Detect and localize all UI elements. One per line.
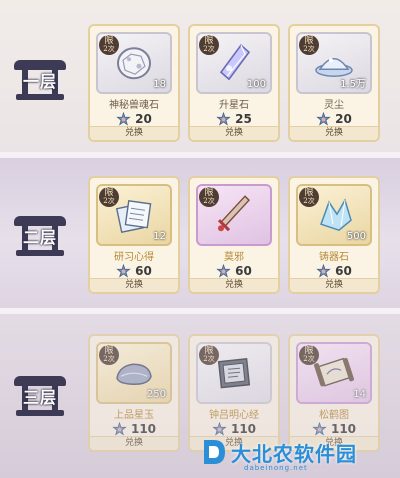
exchange-button[interactable]: 兑换 (90, 278, 178, 292)
item-frame: 限 2次 1.5万 (296, 32, 372, 94)
star-flower-token-icon (216, 263, 231, 278)
cost-value: 60 (135, 264, 152, 278)
cost-row: 60 (190, 263, 278, 279)
star-flower-token-icon (116, 111, 131, 126)
shop-item-card[interactable]: 限 2次 1.5万 灵尘 20 兑换 (288, 24, 380, 142)
limit-badge: 限 2次 (199, 345, 219, 365)
exchange-button[interactable]: 兑换 (190, 126, 278, 140)
star-flower-token-icon (316, 263, 331, 278)
limit-badge: 限 2次 (299, 345, 319, 365)
cost-row: 25 (190, 111, 278, 127)
cost-row: 60 (290, 263, 378, 279)
item-quantity: 250 (146, 389, 166, 400)
item-frame: 限 2次 100 (196, 32, 272, 94)
limit-badge: 限 2次 (199, 35, 219, 55)
exchange-button[interactable]: 兑换 (90, 126, 178, 140)
item-name: 莫邪 (224, 252, 244, 263)
cost-value: 60 (235, 264, 252, 278)
item-quantity: 12 (153, 231, 166, 242)
limit-badge: 限 2次 (299, 187, 319, 207)
item-name: 铸器石 (319, 252, 349, 263)
item-frame: 限 2次 12 (96, 184, 172, 246)
star-flower-token-icon (116, 263, 131, 278)
limit-badge: 限 2次 (99, 187, 119, 207)
item-frame: 限 2次 250 (96, 342, 172, 404)
shop-item-card[interactable]: 限 2次 100 升星石 25 兑换 (188, 24, 280, 142)
shop-item-card[interactable]: 限 2次 莫邪 60 兑换 (188, 176, 280, 294)
cost-row: 60 (90, 263, 178, 279)
cost-row: 20 (90, 111, 178, 127)
limit-badge: 限 2次 (199, 187, 219, 207)
cost-value: 60 (335, 264, 352, 278)
cost-value: 25 (235, 112, 252, 126)
watermark-url: dabeinong.net (244, 464, 308, 472)
limit-badge: 限 2次 (299, 35, 319, 55)
site-watermark: 大北农软件园 dabeinong.net (200, 430, 400, 474)
item-name: 上品星玉 (114, 410, 154, 421)
item-quantity: 14 (353, 389, 366, 400)
limit-badge: 限 2次 (99, 35, 119, 55)
item-name: 钟吕明心经 (209, 410, 259, 421)
item-quantity: 500 (346, 231, 366, 242)
cost-value: 110 (130, 422, 157, 436)
exchange-button[interactable]: 兑换 (290, 126, 378, 140)
tier-three-badge: 三层 (12, 372, 68, 416)
star-flower-token-icon (216, 111, 231, 126)
item-name: 松鹤图 (319, 410, 349, 421)
item-name: 灵尘 (324, 100, 344, 111)
watermark-logo-icon (204, 440, 225, 464)
exchange-button[interactable]: 兑换 (290, 278, 378, 292)
tier-label: 三层 (22, 388, 57, 407)
star-flower-token-icon (112, 421, 127, 436)
item-frame: 限 2次 14 (296, 342, 372, 404)
item-quantity: 1.5万 (340, 79, 366, 90)
item-frame: 限 2次 500 (296, 184, 372, 246)
item-frame: 限 2次 (196, 342, 272, 404)
shop-item-card[interactable]: 限 2次 500 铸器石 60 兑换 (288, 176, 380, 294)
star-flower-token-icon (316, 111, 331, 126)
item-name: 升星石 (219, 100, 249, 111)
tier-two-badge: 二层 (12, 212, 68, 256)
shop-item-card[interactable]: 限 2次 12 研习心得 60 兑换 (88, 176, 180, 294)
item-name: 神秘兽魂石 (109, 100, 159, 111)
cost-value: 20 (135, 112, 152, 126)
item-quantity: 100 (246, 79, 266, 90)
tier-label: 二层 (22, 228, 57, 247)
watermark-text: 大北农软件园 (231, 441, 357, 466)
exchange-button[interactable]: 兑换 (190, 278, 278, 292)
item-name: 研习心得 (114, 252, 154, 263)
tier-label: 一层 (22, 72, 57, 91)
item-quantity: 18 (153, 79, 166, 90)
exchange-button[interactable]: 兑换 (90, 436, 178, 450)
tier-one-badge: 一层 (12, 56, 68, 100)
limit-badge: 限 2次 (99, 345, 119, 365)
cost-row: 20 (290, 111, 378, 127)
shop-item-card[interactable]: 限 2次 18 神秘兽魂石 20 兑换 (88, 24, 180, 142)
item-frame: 限 2次 18 (96, 32, 172, 94)
cost-value: 20 (335, 112, 352, 126)
cost-row: 110 (90, 421, 178, 437)
shop-item-card[interactable]: 限 2次 250 上品星玉 110 兑换 (88, 334, 180, 452)
item-frame: 限 2次 (196, 184, 272, 246)
